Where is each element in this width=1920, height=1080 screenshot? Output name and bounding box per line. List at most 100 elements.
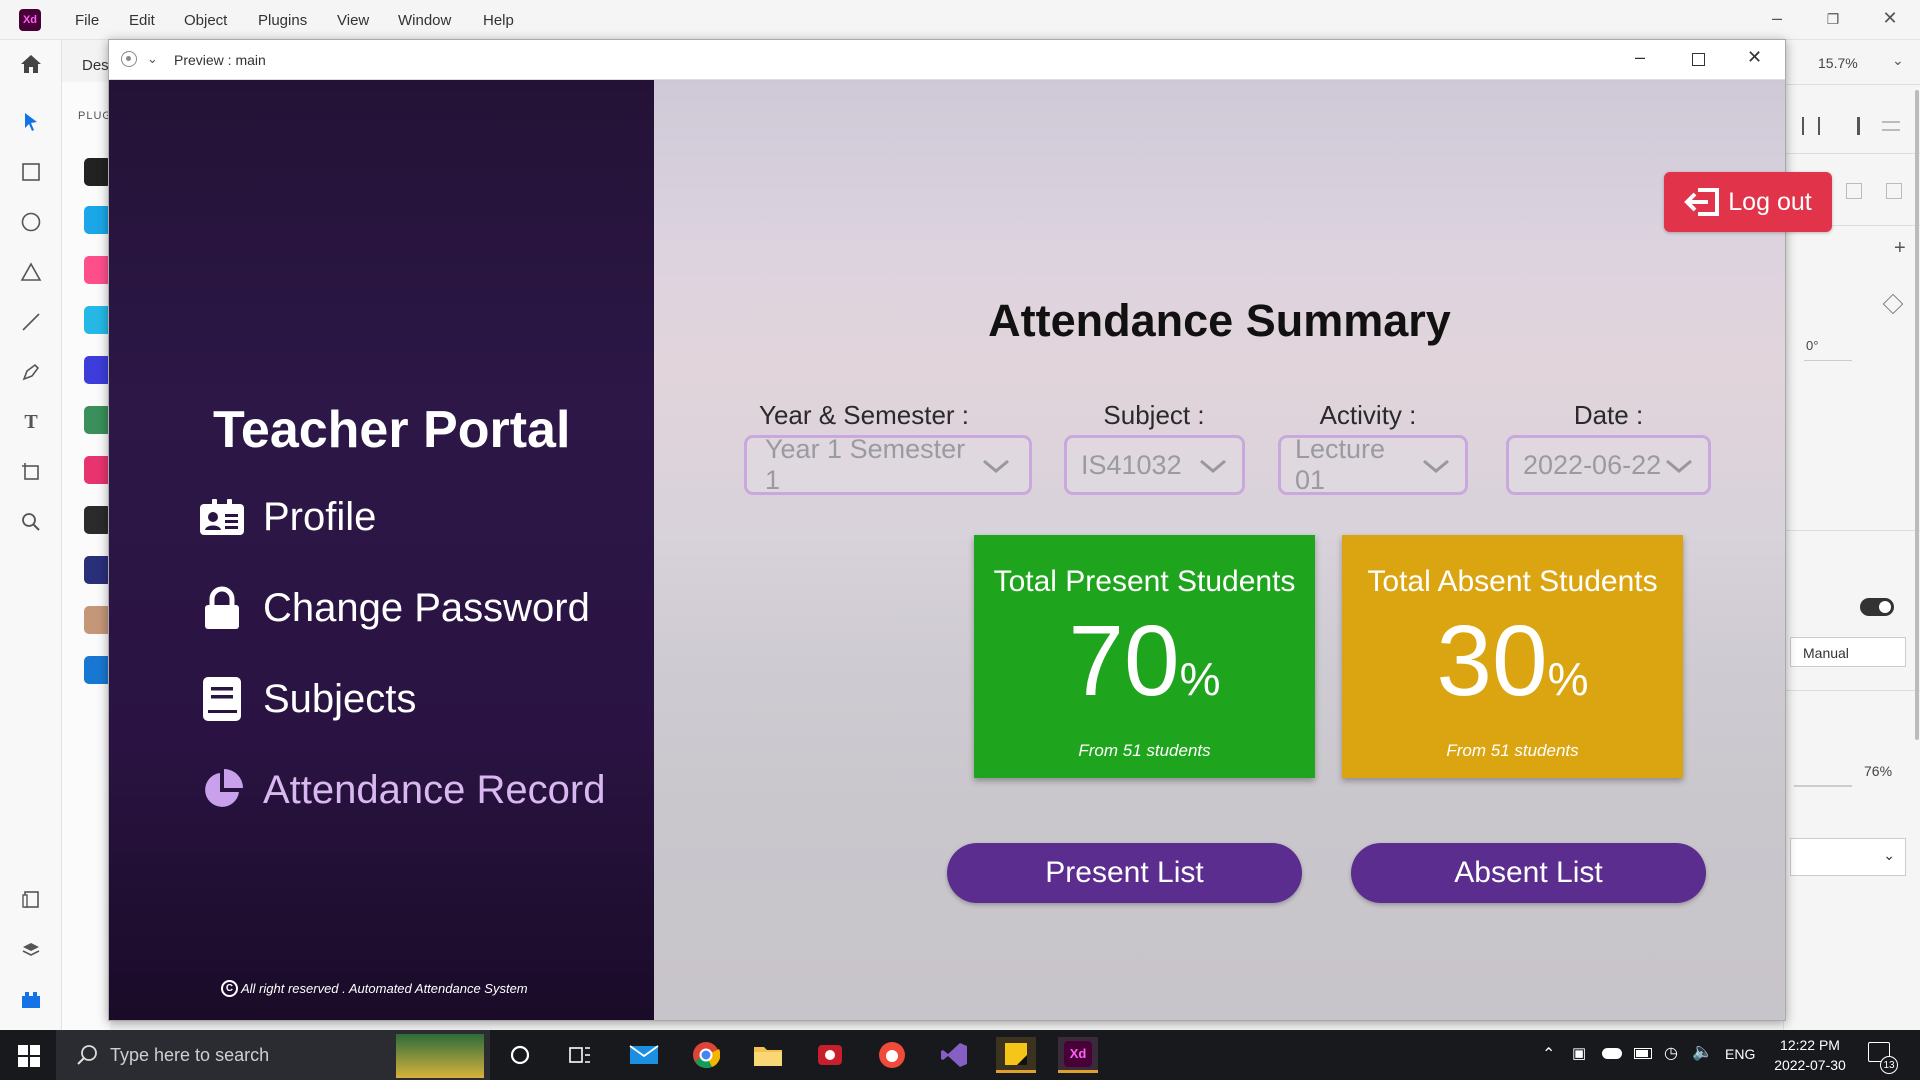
volume-icon[interactable]: 🔈 [1692, 1042, 1713, 1062]
logout-icon [1684, 187, 1720, 217]
menu-window[interactable]: Window [398, 12, 451, 29]
chevron-up-icon[interactable]: ⌃ [1542, 1044, 1555, 1064]
design-tab[interactable]: Des [82, 57, 109, 74]
zoom-tool-icon[interactable] [17, 508, 45, 536]
3d-transform-icon[interactable] [1882, 293, 1904, 315]
zoom-level[interactable]: 15.7% [1818, 55, 1858, 71]
mail-icon[interactable] [624, 1037, 664, 1073]
distribute-icon[interactable] [1882, 121, 1900, 131]
plugins-panel-label: PLUG [78, 110, 112, 122]
chevron-down-icon[interactable]: ⌄ [1892, 52, 1904, 69]
restore-icon[interactable]: ❐ [1818, 11, 1848, 28]
profile-card-icon [199, 494, 245, 540]
close-icon[interactable]: ✕ [1875, 8, 1905, 29]
blend-mode-dropdown[interactable]: ⌄ [1790, 838, 1906, 876]
record-icon[interactable] [121, 51, 137, 67]
align-right-icon[interactable] [1842, 117, 1860, 135]
toggle-switch[interactable] [1860, 598, 1894, 616]
select-tool-icon[interactable] [17, 108, 45, 136]
date-select[interactable]: 2022-06-22 [1506, 435, 1711, 495]
polygon-tool-icon[interactable] [17, 258, 45, 286]
rectangle-tool-icon[interactable] [17, 158, 45, 186]
minimize-icon[interactable]: – [1635, 47, 1645, 68]
copyright-notice: C All right reserved . Automated Attenda… [221, 980, 528, 997]
pie-chart-icon [199, 767, 245, 813]
ellipse-tool-icon[interactable] [17, 208, 45, 236]
opacity-slider[interactable] [1794, 785, 1852, 787]
percent-value: 70 [1068, 605, 1180, 717]
minimize-icon[interactable]: – [1762, 8, 1792, 29]
pen-tool-icon[interactable] [17, 358, 45, 386]
page-title: Attendance Summary [988, 295, 1451, 346]
taskbar-search[interactable]: Type here to search [56, 1030, 490, 1080]
menu-edit[interactable]: Edit [129, 12, 155, 29]
menu-plugins[interactable]: Plugins [258, 12, 307, 29]
text-tool-icon[interactable]: T [17, 408, 45, 436]
assets-icon[interactable] [17, 886, 45, 914]
boolean-intersect-icon[interactable] [1886, 183, 1902, 199]
absent-summary-card: Total Absent Students 30% From 51 studen… [1342, 535, 1683, 778]
responsive-mode-dropdown[interactable]: Manual [1790, 637, 1906, 667]
maximize-icon[interactable] [1692, 53, 1705, 66]
close-icon[interactable]: ✕ [1747, 47, 1762, 68]
home-icon[interactable] [17, 50, 45, 78]
activity-select[interactable]: Lecture 01 [1278, 434, 1468, 495]
chrome-icon[interactable] [686, 1037, 726, 1073]
logout-button[interactable]: Log out [1664, 172, 1832, 232]
present-summary-card: Total Present Students 70% From 51 stude… [974, 535, 1315, 778]
portal-sidebar: Teacher Portal Profile Change Password S… [109, 80, 654, 1020]
line-tool-icon[interactable] [17, 308, 45, 336]
app-icon[interactable] [872, 1037, 912, 1073]
card-value: 30% [1342, 609, 1683, 731]
wifi-icon[interactable]: ◷ [1664, 1043, 1678, 1063]
rotation-value[interactable]: 0° [1806, 338, 1818, 353]
visual-studio-icon[interactable] [934, 1037, 974, 1073]
artboard-tool-icon[interactable] [17, 458, 45, 486]
menu-help[interactable]: Help [483, 12, 514, 29]
add-icon[interactable]: + [1894, 237, 1906, 260]
logout-label: Log out [1728, 187, 1812, 216]
present-list-button[interactable]: Present List [947, 843, 1302, 903]
boolean-subtract-icon[interactable] [1846, 183, 1862, 199]
system-clock[interactable]: 12:22 PM 2022-07-30 [1760, 1035, 1860, 1075]
scrollbar[interactable] [1915, 90, 1919, 740]
chevron-down-icon[interactable]: ⌄ [147, 51, 158, 67]
layers-icon[interactable] [17, 936, 45, 964]
align-center-icon[interactable] [1802, 117, 1820, 135]
nav-item-profile[interactable]: Profile [199, 489, 376, 545]
nav-item-subjects[interactable]: Subjects [199, 671, 416, 727]
clock-time: 12:22 PM [1780, 1037, 1840, 1053]
adobe-xd-icon[interactable]: Xd [1058, 1037, 1098, 1073]
screen-recorder-icon[interactable] [810, 1037, 850, 1073]
battery-icon[interactable] [1634, 1048, 1652, 1059]
menu-bar: Xd File Edit Object Plugins View Window … [0, 0, 1920, 40]
device-icon[interactable]: ▣ [1572, 1044, 1586, 1062]
windows-start-icon[interactable] [18, 1045, 40, 1072]
absent-list-button[interactable]: Absent List [1351, 843, 1706, 903]
menu-file[interactable]: File [75, 12, 99, 29]
attendance-summary-panel: Log out Attendance Summary Year & Semest… [654, 80, 1832, 1020]
opacity-value[interactable]: 76% [1864, 763, 1892, 779]
menu-object[interactable]: Object [184, 12, 227, 29]
nav-item-attendance-record[interactable]: Attendance Record [199, 762, 605, 818]
year-semester-select[interactable]: Year 1 Semester 1 [744, 434, 1032, 495]
task-view-icon[interactable] [560, 1037, 600, 1073]
percent-value: 30 [1436, 605, 1548, 717]
nav-label: Attendance Record [263, 767, 606, 812]
subject-select[interactable]: IS41032 [1064, 435, 1245, 495]
plugins-icon[interactable] [17, 986, 45, 1014]
menu-view[interactable]: View [337, 12, 369, 29]
nav-item-change-password[interactable]: Change Password [199, 580, 590, 636]
select-value: IS41032 [1081, 449, 1182, 480]
language-indicator[interactable]: ENG [1725, 1046, 1755, 1062]
year-semester-label: Year & Semester : [758, 400, 970, 430]
nav-label: Subjects [263, 676, 417, 721]
nav-label: Profile [263, 494, 377, 539]
card-title: Total Absent Students [1367, 565, 1658, 598]
file-explorer-icon[interactable] [748, 1037, 788, 1073]
cortana-icon[interactable] [500, 1037, 540, 1073]
sticky-notes-icon[interactable] [996, 1037, 1036, 1073]
onedrive-icon[interactable] [1602, 1048, 1622, 1059]
card-subtitle: From 51 students [1078, 741, 1211, 760]
card-value: 70% [974, 609, 1315, 731]
